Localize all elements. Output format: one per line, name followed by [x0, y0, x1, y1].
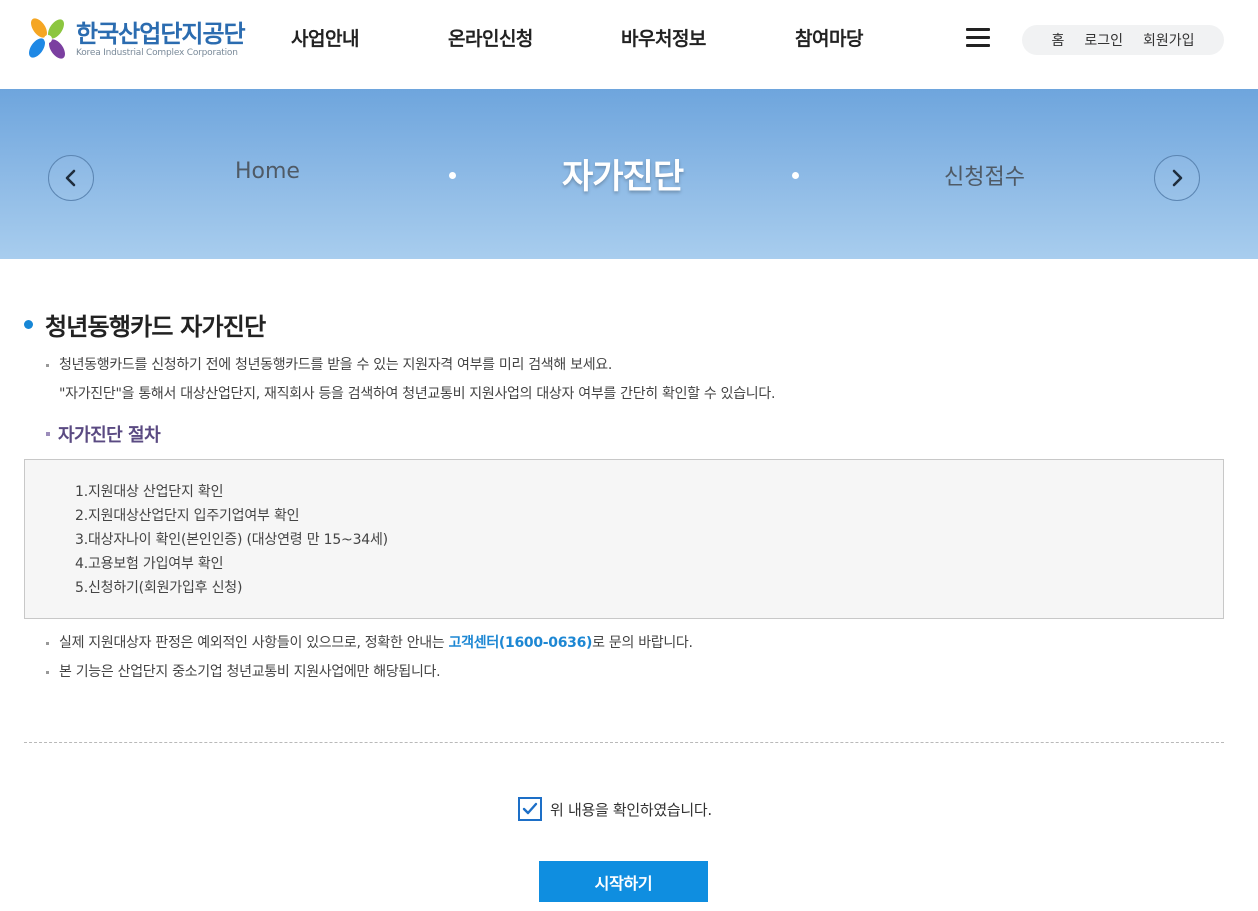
- heading-bullet-icon: [24, 320, 33, 329]
- logo[interactable]: 한국산업단지공단 Korea Industrial Complex Corpor…: [22, 14, 262, 66]
- step-prev-label[interactable]: Home: [235, 159, 300, 184]
- util-login-link[interactable]: 로그인: [1084, 30, 1123, 50]
- notice-item: 본 기능은 산업단지 중소기업 청년교통비 지원사업에만 해당됩니다.: [46, 658, 693, 687]
- site-header: 한국산업단지공단 Korea Industrial Complex Corpor…: [0, 0, 1258, 89]
- procedure-step: 4.고용보험 가입여부 확인: [75, 556, 224, 572]
- procedure-title: 자가진단 절차: [58, 425, 161, 446]
- start-button[interactable]: 시작하기: [539, 861, 708, 902]
- subheading-bullet-icon: [46, 432, 50, 436]
- utility-nav: 홈 로그인 회원가입: [1022, 25, 1224, 55]
- notice-text: 실제 지원대상자 판정은 예외적인 사항들이 있으므로, 정확한 안내는: [59, 635, 449, 651]
- customer-center-contact: 고객센터(1600-0636): [448, 635, 593, 651]
- step-separator-dot: [449, 172, 456, 179]
- util-signup-link[interactable]: 회원가입: [1143, 30, 1195, 50]
- logo-mark-icon: [22, 14, 74, 66]
- hamburger-menu-icon[interactable]: [966, 28, 990, 48]
- gnb-item-online-apply[interactable]: 온라인신청: [448, 24, 533, 51]
- next-step-button[interactable]: [1154, 155, 1200, 201]
- util-home-link[interactable]: 홈: [1051, 30, 1064, 50]
- section-heading: 청년동행카드 자가진단: [24, 307, 266, 342]
- step-banner: Home 자가진단 신청접수: [0, 89, 1258, 259]
- agree-checkbox[interactable]: [518, 797, 542, 821]
- step-current-label: 자가진단: [562, 157, 684, 197]
- procedure-step: 2.지원대상산업단지 입주기업여부 확인: [75, 508, 300, 524]
- procedure-step: 5.신청하기(회원가입후 신청): [75, 580, 243, 596]
- description-line: "자가진단"을 통해서 대상산업단지, 재직회사 등을 검색하여 청년교통비 지…: [59, 386, 776, 402]
- procedure-step: 3.대상자나이 확인(본인인증) (대상연령 만 15~34세): [75, 532, 388, 548]
- notice-item: 실제 지원대상자 판정은 예외적인 사항들이 있으므로, 정확한 안내는 고객센…: [46, 629, 693, 658]
- logo-subtitle: Korea Industrial Complex Corporation: [76, 48, 238, 58]
- gnb-item-participation[interactable]: 참여마당: [795, 24, 863, 51]
- gnb-item-business[interactable]: 사업안내: [291, 24, 359, 51]
- checkmark-icon: [522, 802, 538, 815]
- divider: [24, 742, 1224, 743]
- chevron-right-icon: [1172, 169, 1183, 187]
- procedure-box: 1.지원대상 산업단지 확인 2.지원대상산업단지 입주기업여부 확인 3.대상…: [24, 459, 1224, 619]
- procedure-step: 1.지원대상 산업단지 확인: [75, 484, 224, 500]
- logo-title: 한국산업단지공단: [76, 20, 246, 48]
- description: 청년동행카드를 신청하기 전에 청년동행카드를 받을 수 있는 지원자격 여부를…: [46, 351, 775, 409]
- gnb-item-voucher-info[interactable]: 바우처정보: [621, 24, 706, 51]
- agree-label: 위 내용을 확인하였습니다.: [550, 800, 712, 819]
- chevron-left-icon: [65, 169, 76, 187]
- description-line: 청년동행카드를 신청하기 전에 청년동행카드를 받을 수 있는 지원자격 여부를…: [46, 351, 775, 380]
- notice-text: 로 문의 바랍니다.: [592, 635, 693, 651]
- step-separator-dot: [792, 172, 799, 179]
- prev-step-button[interactable]: [48, 155, 94, 201]
- procedure-heading: 자가진단 절차: [46, 421, 161, 447]
- notice-list: 실제 지원대상자 판정은 예외적인 사항들이 있으므로, 정확한 안내는 고객센…: [46, 629, 693, 687]
- page-title: 청년동행카드 자가진단: [45, 313, 266, 341]
- step-next-label[interactable]: 신청접수: [944, 159, 1025, 191]
- agree-checkbox-row[interactable]: 위 내용을 확인하였습니다.: [518, 797, 712, 821]
